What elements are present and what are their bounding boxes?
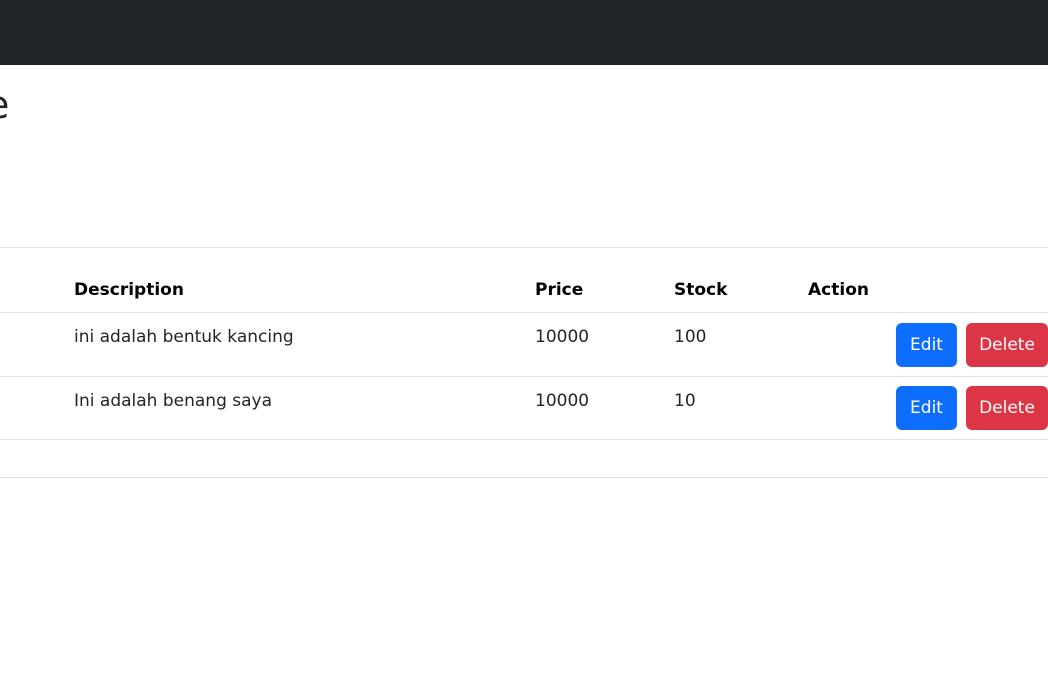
column-header-stock: Stock	[674, 280, 728, 300]
row-1-stock: 100	[674, 327, 707, 347]
header-divider	[0, 312, 1048, 313]
row-2-stock: 10	[674, 391, 696, 411]
row-2-delete-button[interactable]: Delete	[966, 386, 1048, 430]
page-title: e	[0, 82, 9, 128]
row-divider-1	[0, 376, 1048, 377]
row-2-description: Ini adalah benang saya	[74, 391, 273, 411]
row-2-edit-button[interactable]: Edit	[896, 386, 957, 430]
column-header-action: Action	[808, 280, 869, 300]
row-1-price: 10000	[535, 327, 590, 347]
row-1-edit-button[interactable]: Edit	[896, 323, 957, 367]
row-2-price: 10000	[535, 391, 590, 411]
table-top-border	[0, 247, 1048, 248]
row-divider-2	[0, 439, 1048, 440]
column-header-description: Description	[74, 280, 184, 300]
column-header-price: Price	[535, 280, 584, 300]
table-bottom-border	[0, 477, 1048, 478]
top-navbar	[0, 0, 1048, 65]
row-1-delete-button[interactable]: Delete	[966, 323, 1048, 367]
row-1-description: ini adalah bentuk kancing	[74, 327, 294, 347]
